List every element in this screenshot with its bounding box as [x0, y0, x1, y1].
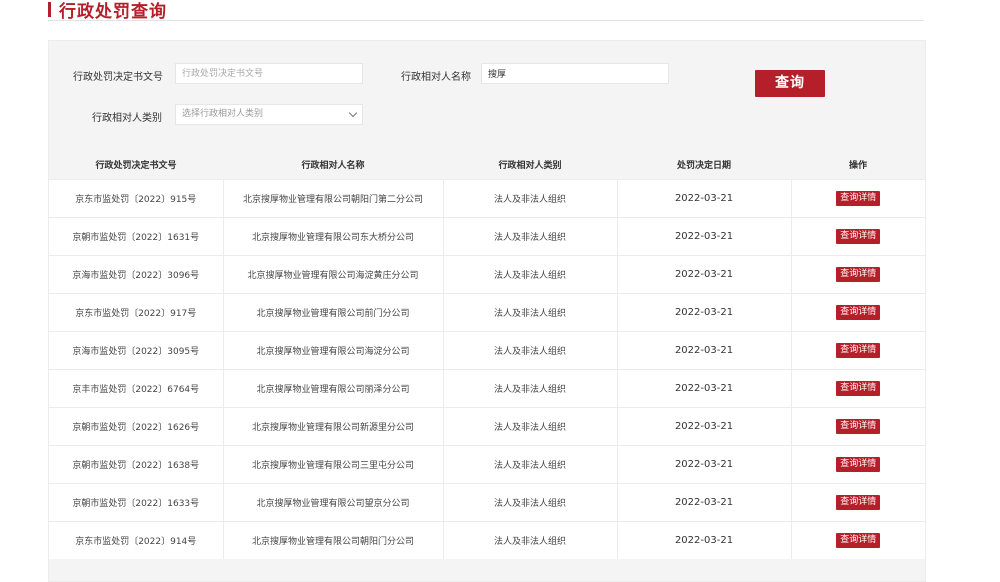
party-name-cell: 北京搜厚物业管理有限公司前门分公司 — [222, 293, 443, 332]
party-name-cell: 北京搜厚物业管理有限公司望京分公司 — [222, 483, 443, 522]
doc-no-label: 行政处罚决定书文号 — [73, 72, 163, 83]
party-type-cell: 法人及非法人组织 — [442, 179, 617, 218]
header-action: 操作 — [791, 149, 925, 180]
party-name-cell: 北京搜厚物业管理有限公司朝阳门分公司 — [222, 521, 443, 559]
table-row: 京海市监处罚〔2022〕3096号 北京搜厚物业管理有限公司海淀黄庄分公司 法人及非… — [49, 255, 925, 294]
view-details-button[interactable]: 查询详情 — [836, 381, 881, 396]
search-button[interactable]: 查询 — [755, 70, 825, 97]
date-cell: 2022-03-21 — [616, 521, 791, 559]
doc-no-cell: 京朝市监处罚〔2022〕1626号 — [49, 407, 223, 446]
view-details-button[interactable]: 查询详情 — [836, 343, 881, 358]
results-table: 行政处罚决定书文号 行政相对人名称 行政相对人类别 处罚决定日期 操作 京东市监… — [49, 149, 925, 559]
view-details-button[interactable]: 查询详情 — [836, 229, 881, 244]
party-type-label: 行政相对人类别 — [92, 113, 162, 124]
table-row: 京东市监处罚〔2022〕914号 北京搜厚物业管理有限公司朝阳门分公司 法人及非法人… — [49, 521, 925, 559]
party-type-cell: 法人及非法人组织 — [442, 369, 617, 408]
date-cell: 2022-03-21 — [616, 255, 791, 294]
party-type-cell: 法人及非法人组织 — [442, 407, 617, 446]
action-cell: 查询详情 — [790, 483, 925, 522]
party-name-cell: 北京搜厚物业管理有限公司丽泽分公司 — [222, 369, 443, 408]
action-cell: 查询详情 — [790, 255, 925, 294]
action-cell: 查询详情 — [790, 407, 925, 446]
party-name-cell: 北京搜厚物业管理有限公司新源里分公司 — [222, 407, 443, 446]
title-accent-bar — [48, 2, 51, 17]
chevron-down-icon — [348, 108, 358, 118]
action-cell: 查询详情 — [790, 521, 925, 559]
party-name-label: 行政相对人名称 — [401, 72, 471, 83]
view-details-button[interactable]: 查询详情 — [836, 457, 881, 472]
party-type-cell: 法人及非法人组织 — [442, 445, 617, 484]
party-type-cell: 法人及非法人组织 — [442, 293, 617, 332]
party-type-placeholder: 选择行政相对人类别 — [182, 109, 264, 119]
doc-no-cell: 京海市监处罚〔2022〕3096号 — [49, 255, 223, 294]
party-name-input[interactable] — [481, 63, 669, 84]
view-details-button[interactable]: 查询详情 — [836, 419, 881, 434]
party-type-cell: 法人及非法人组织 — [442, 255, 617, 294]
date-cell: 2022-03-21 — [616, 483, 791, 522]
action-cell: 查询详情 — [790, 293, 925, 332]
date-cell: 2022-03-21 — [616, 369, 791, 408]
date-cell: 2022-03-21 — [616, 407, 791, 446]
table-row: 京朝市监处罚〔2022〕1631号 北京搜厚物业管理有限公司东大桥分公司 法人及非法… — [49, 217, 925, 256]
table-row: 京朝市监处罚〔2022〕1638号 北京搜厚物业管理有限公司三里屯分公司 法人及非法… — [49, 445, 925, 484]
date-cell: 2022-03-21 — [616, 331, 791, 370]
party-type-select[interactable]: 选择行政相对人类别 — [175, 104, 363, 125]
party-name-cell: 北京搜厚物业管理有限公司海淀分公司 — [222, 331, 443, 370]
view-details-button[interactable]: 查询详情 — [836, 495, 881, 510]
party-name-cell: 北京搜厚物业管理有限公司三里屯分公司 — [222, 445, 443, 484]
table-row: 京丰市监处罚〔2022〕6764号 北京搜厚物业管理有限公司丽泽分公司 法人及非法人… — [49, 369, 925, 408]
doc-no-cell: 京海市监处罚〔2022〕3095号 — [49, 331, 223, 370]
doc-no-cell: 京东市监处罚〔2022〕914号 — [49, 521, 223, 559]
party-name-cell: 北京搜厚物业管理有限公司东大桥分公司 — [222, 217, 443, 256]
table-row: 京东市监处罚〔2022〕917号 北京搜厚物业管理有限公司前门分公司 法人及非法人组… — [49, 293, 925, 332]
doc-no-cell: 京丰市监处罚〔2022〕6764号 — [49, 369, 223, 408]
doc-no-cell: 京东市监处罚〔2022〕915号 — [49, 179, 223, 218]
table-row: 京海市监处罚〔2022〕3095号 北京搜厚物业管理有限公司海淀分公司 法人及非法人… — [49, 331, 925, 370]
table-row: 京朝市监处罚〔2022〕1626号 北京搜厚物业管理有限公司新源里分公司 法人及非法… — [49, 407, 925, 446]
header-doc-no: 行政处罚决定书文号 — [49, 149, 223, 180]
action-cell: 查询详情 — [790, 179, 925, 218]
view-details-button[interactable]: 查询详情 — [836, 305, 881, 320]
party-type-cell: 法人及非法人组织 — [442, 521, 617, 559]
view-details-button[interactable]: 查询详情 — [836, 533, 881, 548]
header-party-name: 行政相对人名称 — [223, 149, 443, 180]
table-row: 京东市监处罚〔2022〕915号 北京搜厚物业管理有限公司朝阳门第二分公司 法人及非… — [49, 179, 925, 218]
view-details-button[interactable]: 查询详情 — [836, 267, 881, 282]
action-cell: 查询详情 — [790, 331, 925, 370]
view-details-button[interactable]: 查询详情 — [836, 191, 881, 206]
party-name-cell: 北京搜厚物业管理有限公司朝阳门第二分公司 — [222, 179, 443, 218]
table-header-row: 行政处罚决定书文号 行政相对人名称 行政相对人类别 处罚决定日期 操作 — [49, 149, 925, 180]
doc-no-input[interactable] — [175, 63, 363, 84]
doc-no-cell: 京东市监处罚〔2022〕917号 — [49, 293, 223, 332]
action-cell: 查询详情 — [790, 445, 925, 484]
date-cell: 2022-03-21 — [616, 217, 791, 256]
party-type-cell: 法人及非法人组织 — [442, 483, 617, 522]
party-type-cell: 法人及非法人组织 — [442, 331, 617, 370]
doc-no-cell: 京朝市监处罚〔2022〕1633号 — [49, 483, 223, 522]
search-panel: 行政处罚决定书文号 行政相对人名称 查询 行政相对人类别 选择行政相对人类别 行… — [48, 40, 926, 582]
date-cell: 2022-03-21 — [616, 445, 791, 484]
action-cell: 查询详情 — [790, 217, 925, 256]
doc-no-cell: 京朝市监处罚〔2022〕1631号 — [49, 217, 223, 256]
header-party-type: 行政相对人类别 — [443, 149, 617, 180]
page-header: 行政处罚查询 — [48, 0, 924, 22]
header-date: 处罚决定日期 — [617, 149, 791, 180]
doc-no-cell: 京朝市监处罚〔2022〕1638号 — [49, 445, 223, 484]
page-title: 行政处罚查询 — [59, 2, 167, 22]
party-type-cell: 法人及非法人组织 — [442, 217, 617, 256]
date-cell: 2022-03-21 — [616, 179, 791, 218]
date-cell: 2022-03-21 — [616, 293, 791, 332]
party-name-cell: 北京搜厚物业管理有限公司海淀黄庄分公司 — [222, 255, 443, 294]
table-row: 京朝市监处罚〔2022〕1633号 北京搜厚物业管理有限公司望京分公司 法人及非法人… — [49, 483, 925, 522]
action-cell: 查询详情 — [790, 369, 925, 408]
